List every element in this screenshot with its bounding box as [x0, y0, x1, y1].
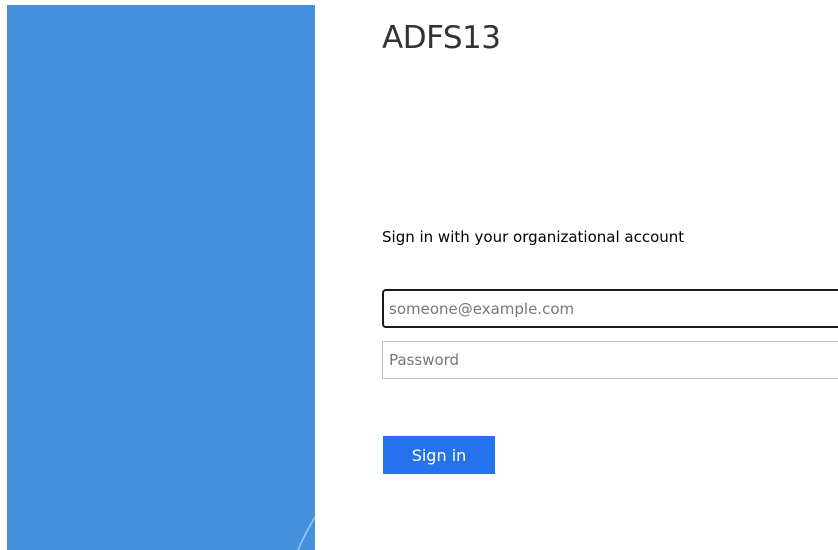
- password-input[interactable]: [382, 341, 838, 379]
- sign-in-content: ADFS13 Sign in with your organizational …: [382, 0, 838, 550]
- page-title: ADFS13: [382, 20, 501, 56]
- adfs-sign-in-page: ADFS13 Sign in with your organizational …: [0, 0, 838, 550]
- illustration-curve-graphic: [297, 516, 315, 550]
- illustration-panel: [7, 5, 315, 550]
- sign-in-button[interactable]: Sign in: [383, 436, 495, 474]
- sign-in-instructions: Sign in with your organizational account: [382, 228, 685, 246]
- username-input[interactable]: [382, 289, 838, 328]
